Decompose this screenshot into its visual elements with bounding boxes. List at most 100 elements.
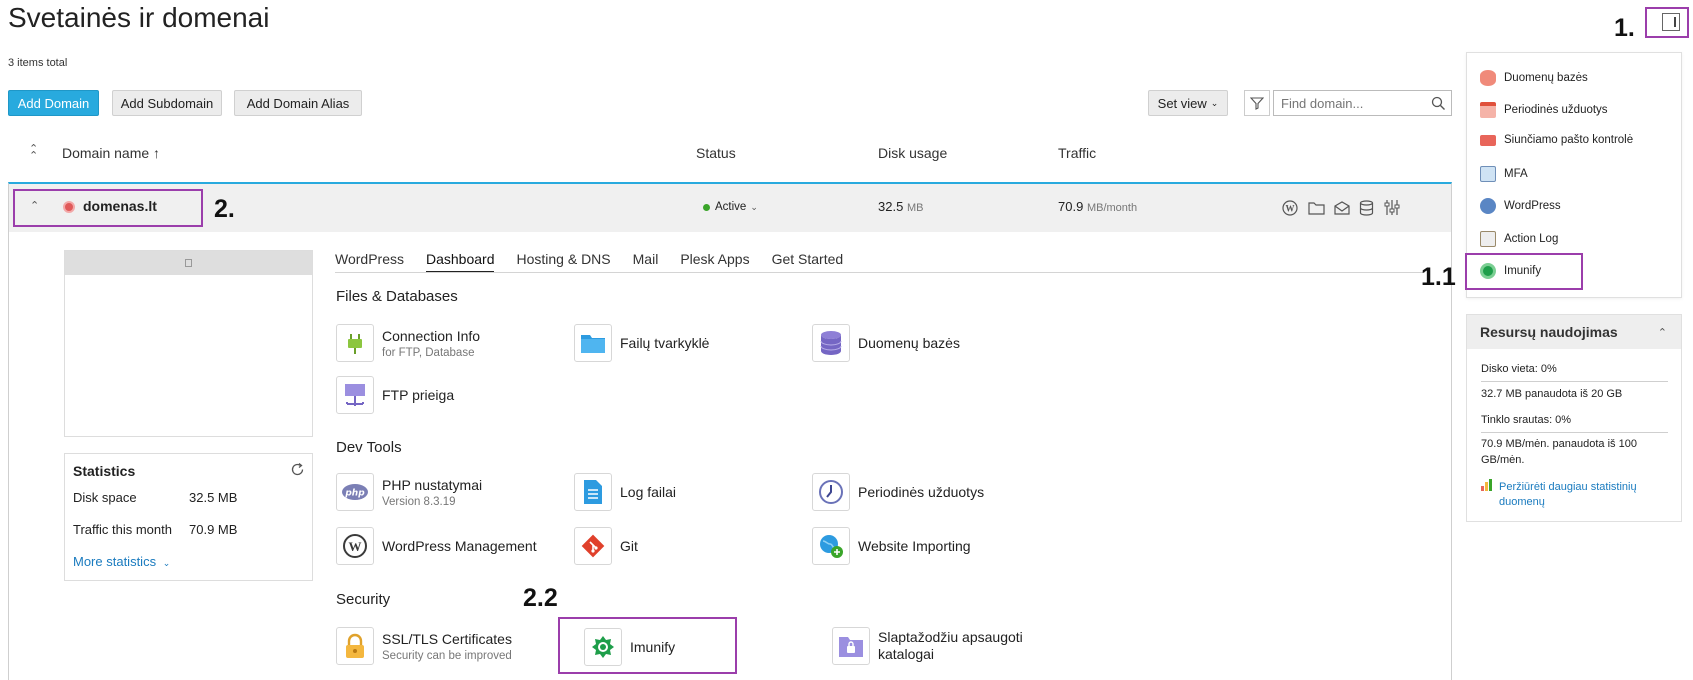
mail-icon[interactable] xyxy=(1334,200,1350,216)
sidebar-item-scheduled-tasks[interactable]: Periodinės užduotys xyxy=(1480,102,1608,118)
bar-chart-bar xyxy=(1485,482,1488,491)
sidebar-item-mfa[interactable]: MFA xyxy=(1480,166,1528,182)
sidebar-item-label: Action Log xyxy=(1504,233,1559,245)
disk-space-value: 32.5 MB xyxy=(189,490,238,505)
sidebar-item-wordpress[interactable]: WordPress xyxy=(1480,198,1561,214)
sidebar-item-label: Periodinės užduotys xyxy=(1504,104,1608,116)
database-icon[interactable] xyxy=(1359,200,1374,216)
column-traffic[interactable]: Traffic xyxy=(1058,145,1096,161)
tool-ssl-certificates[interactable]: SSL/TLS Certificates Security can be impr… xyxy=(336,627,512,665)
column-status[interactable]: Status xyxy=(696,145,736,161)
chevron-up-icon: ⌃ xyxy=(1657,326,1667,339)
bar-chart-bar xyxy=(1481,486,1484,491)
sidebar-item-action-log[interactable]: Action Log xyxy=(1480,231,1558,247)
active-dot-icon xyxy=(703,203,710,211)
tool-git[interactable]: Git xyxy=(574,527,638,565)
tool-databases[interactable]: Duomenų bazės xyxy=(812,324,960,362)
traffic-usage-percent: Tinklo srautas: 0% xyxy=(1481,414,1572,426)
disk-usage-percent: Disko vieta: 0% xyxy=(1481,363,1557,375)
wordpress-icon[interactable]: W xyxy=(1282,200,1298,216)
link-line-1: Peržiūrėti daugiau statistinių xyxy=(1499,481,1637,493)
search-icon[interactable] xyxy=(1431,96,1446,111)
status-text: Active xyxy=(715,201,747,213)
refresh-icon[interactable] xyxy=(290,462,305,477)
tool-ftp-access[interactable]: FTP prieiga xyxy=(336,376,454,414)
clock-icon xyxy=(812,473,850,511)
tab-dashboard[interactable]: Dashboard xyxy=(425,251,495,273)
status-badge[interactable]: Active ⌄ xyxy=(703,201,758,213)
more-statistics-link[interactable]: More statistics ⌄ xyxy=(73,554,170,569)
tab-mail[interactable]: Mail xyxy=(633,251,659,273)
disk-usage-unit: MB xyxy=(906,202,924,214)
tab-hosting-dns[interactable]: Hosting & DNS xyxy=(516,251,610,273)
column-disk-usage[interactable]: Disk usage xyxy=(878,145,947,161)
link-line-2: duomenų xyxy=(1499,496,1545,508)
filter-icon[interactable] xyxy=(1244,90,1270,116)
sidebar-item-label: Duomenų bazės xyxy=(1504,72,1588,84)
statistics-title: Statistics xyxy=(73,463,136,479)
tool-subtitle: for FTP, Database xyxy=(382,346,475,359)
tool-name: Connection Info xyxy=(382,327,481,344)
tool-name: Duomenų bazės xyxy=(858,334,960,351)
more-statistics-link[interactable]: Peržiūrėti daugiau statistinių duomenų xyxy=(1499,480,1637,510)
disk-usage-detail: 32.7 MB panaudota iš 20 GB xyxy=(1481,388,1623,400)
add-domain-button[interactable]: Add Domain xyxy=(8,90,99,116)
clipboard-icon xyxy=(1480,231,1496,247)
add-subdomain-button[interactable]: Add Subdomain xyxy=(112,90,222,116)
tool-protected-directories[interactable]: Slaptažodžiu apsaugoti katalogai xyxy=(832,627,1023,665)
svg-text:W: W xyxy=(1286,204,1295,214)
traffic-usage-detail-2: GB/mėn. xyxy=(1481,454,1525,466)
tool-log-files[interactable]: Log failai xyxy=(574,473,676,511)
divider xyxy=(1481,432,1668,433)
search-input[interactable] xyxy=(1274,91,1424,115)
globe-import-icon xyxy=(812,527,850,565)
tool-wordpress-management[interactable]: W WordPress Management xyxy=(336,527,537,565)
resource-usage-title: Resursų naudojimas xyxy=(1480,324,1618,340)
set-view-button[interactable]: Set view ⌄ xyxy=(1148,90,1228,116)
tool-website-importing[interactable]: Website Importing xyxy=(812,527,971,565)
svg-text:php: php xyxy=(344,489,365,499)
site-preview[interactable] xyxy=(64,250,313,437)
collapse-all-icon[interactable]: ⌃ ⌃ xyxy=(29,144,38,162)
disk-space-label: Disk space xyxy=(73,490,137,505)
folder-icon[interactable] xyxy=(1308,200,1325,216)
items-total: 3 items total xyxy=(8,57,68,69)
svg-text:W: W xyxy=(349,539,362,554)
tool-scheduled-tasks[interactable]: Periodinės užduotys xyxy=(812,473,984,511)
tab-wordpress[interactable]: WordPress xyxy=(335,251,404,273)
page-title: Svetainės ir domenai xyxy=(8,2,270,33)
sidebar-item-outgoing-mail[interactable]: Siunčiamo pašto kontrolė xyxy=(1480,134,1633,146)
tool-connection-info[interactable]: Connection Info for FTP, Database xyxy=(336,324,480,362)
highlight-panel-toggle xyxy=(1645,7,1689,38)
tool-name: Website Importing xyxy=(858,537,971,554)
highlight-sidebar-imunify xyxy=(1465,253,1583,290)
tool-name: Failų tvarkyklė xyxy=(620,334,710,351)
callout-1: 1. xyxy=(1614,14,1635,42)
traffic-number: 70.9 xyxy=(1058,199,1084,214)
tool-subtitle: Version 8.3.19 xyxy=(382,495,456,508)
callout-2-2: 2.2 xyxy=(523,584,558,612)
highlight-imunify-tool xyxy=(558,617,737,674)
tool-php-settings[interactable]: php PHP nustatymai Version 8.3.19 xyxy=(336,473,482,511)
sidebar-item-databases[interactable]: Duomenų bazės xyxy=(1480,70,1588,86)
column-domain-name[interactable]: Domain name ↑ xyxy=(62,145,160,161)
chevron-down-icon: ⌄ xyxy=(750,201,758,212)
add-domain-alias-button[interactable]: Add Domain Alias xyxy=(234,90,362,116)
tool-name: Git xyxy=(620,537,638,554)
chevron-down-icon: ⌄ xyxy=(1210,97,1219,108)
more-statistics-label: More statistics xyxy=(73,554,157,569)
highlight-domain xyxy=(13,189,203,227)
tab-divider xyxy=(335,272,1425,273)
tab-plesk-apps[interactable]: Plesk Apps xyxy=(680,251,749,273)
disk-usage-value: 32.5 MB xyxy=(878,199,923,214)
traffic-month-label: Traffic this month xyxy=(73,522,172,537)
resource-usage-header[interactable]: Resursų naudojimas ⌃ xyxy=(1467,315,1681,349)
search-box[interactable] xyxy=(1273,90,1452,116)
tab-get-started[interactable]: Get Started xyxy=(772,251,844,273)
divider xyxy=(1481,381,1668,382)
tool-subtitle: Security can be improved xyxy=(382,649,512,662)
bar-chart-icon xyxy=(1481,479,1495,491)
tool-file-manager[interactable]: Failų tvarkyklė xyxy=(574,324,709,362)
ftp-icon xyxy=(336,376,374,414)
settings-sliders-icon[interactable] xyxy=(1384,199,1400,216)
